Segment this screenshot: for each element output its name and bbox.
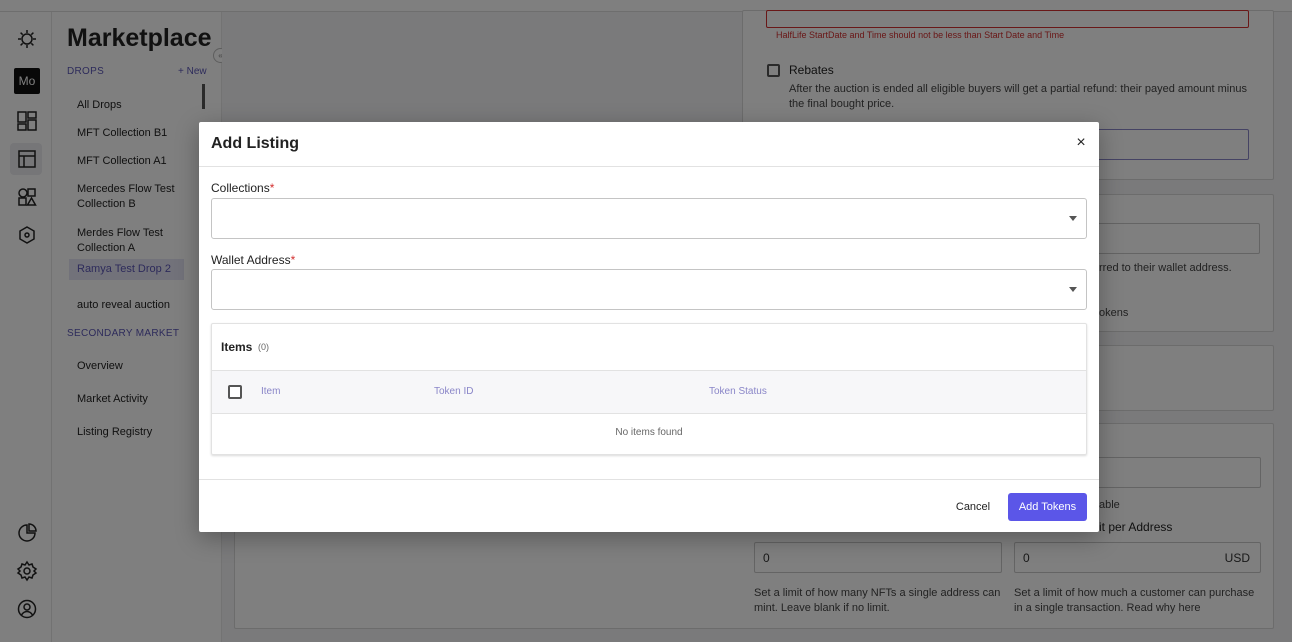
close-icon[interactable]: × — [1073, 135, 1089, 151]
collections-label: Collections* — [211, 181, 274, 195]
wallet-address-select[interactable] — [211, 269, 1087, 310]
add-listing-dialog: Add Listing × Collections* Wallet Addres… — [199, 122, 1099, 532]
chevron-down-icon — [1069, 216, 1077, 221]
required-mark: * — [290, 253, 296, 267]
items-count: (0) — [258, 342, 269, 352]
items-table-card: Items (0) Item Token ID Token Status No … — [211, 323, 1087, 455]
chevron-down-icon — [1069, 287, 1077, 292]
dialog-title: Add Listing — [211, 135, 299, 152]
column-header-token-status[interactable]: Token Status — [709, 386, 767, 397]
collections-select[interactable] — [211, 198, 1087, 239]
select-all-checkbox[interactable] — [228, 385, 242, 399]
dialog-header: Add Listing × — [199, 122, 1099, 167]
empty-state-text: No items found — [615, 427, 683, 438]
column-header-token-id[interactable]: Token ID — [434, 386, 473, 397]
wallet-address-label: Wallet Address* — [211, 253, 295, 267]
wallet-address-label-text: Wallet Address — [211, 253, 291, 267]
items-title: Items — [221, 340, 253, 354]
dialog-footer: Cancel Add Tokens — [199, 479, 1099, 532]
cancel-button[interactable]: Cancel — [948, 494, 998, 520]
add-tokens-button[interactable]: Add Tokens — [1008, 493, 1087, 521]
collections-label-text: Collections — [211, 181, 270, 195]
items-table-header: Item Token ID Token Status — [212, 370, 1086, 414]
column-header-item[interactable]: Item — [261, 386, 280, 397]
required-mark: * — [269, 181, 275, 195]
